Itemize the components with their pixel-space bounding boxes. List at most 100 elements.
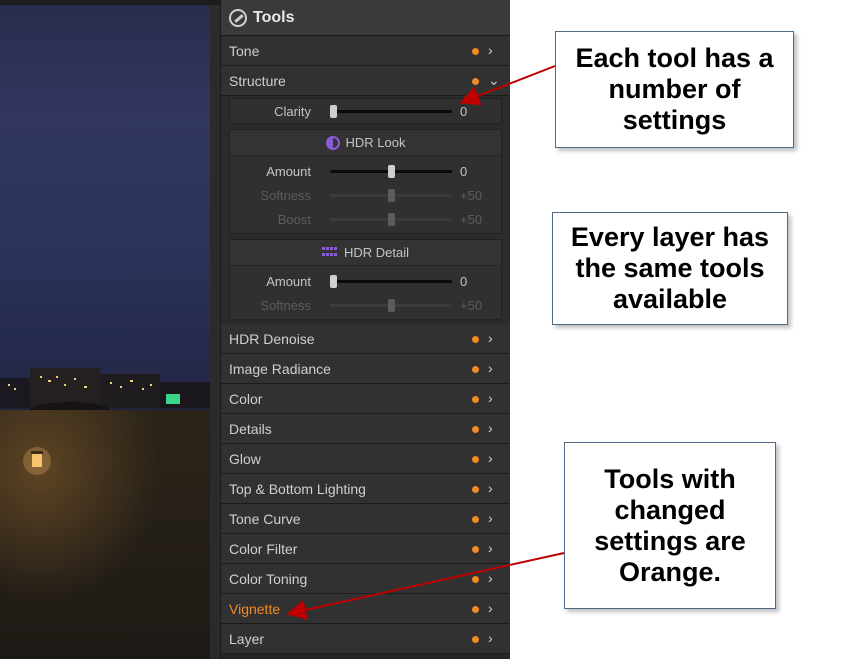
clarity-row: Clarity 0 [230, 99, 501, 123]
setting-label: Amount [266, 164, 311, 179]
slider-handle[interactable] [387, 213, 395, 226]
structure-settings: Clarity 0 HDR Look Amount 0 Softness +50 Boo… [221, 96, 510, 324]
tools-panel-title: Tools [253, 8, 295, 26]
top-edge-bar [0, 0, 220, 5]
chevron-right-icon: › [488, 360, 493, 376]
hdr-detail-section: HDR Detail Amount 0 Softness +50 [229, 239, 502, 320]
tool-status-dot-icon [472, 576, 479, 583]
screenshot-stage: Tools Tone › Structure ⌄ Clarity 0 HDR L… [0, 0, 847, 659]
chevron-right-icon: › [488, 510, 493, 526]
tool-label: Vignette [229, 600, 281, 617]
callout-text: Tools with changed settings are Orange. [594, 463, 746, 587]
tool-label: Glow [229, 450, 261, 467]
hdr-detail-row: Amount 0 [230, 269, 501, 293]
clarity-label: Clarity [274, 104, 311, 119]
tool-row-color[interactable]: Color › [221, 384, 510, 414]
hdr-look-title: HDR Look [345, 135, 406, 150]
tool-list: HDR Denoise › Image Radiance › Color › Details… [221, 324, 510, 654]
tool-label: Image Radiance [229, 360, 331, 377]
tool-row-hdr-denoise[interactable]: HDR Denoise › [221, 324, 510, 354]
chevron-right-icon: › [488, 600, 493, 616]
slider-handle[interactable] [330, 275, 337, 288]
ground-image [0, 410, 210, 659]
slider-handle[interactable] [387, 299, 395, 312]
chevron-right-icon: › [488, 420, 493, 436]
tool-row-tone[interactable]: Tone › [221, 36, 510, 66]
tool-status-dot-icon [472, 426, 479, 433]
tool-row-image-radiance[interactable]: Image Radiance › [221, 354, 510, 384]
chevron-right-icon: › [488, 630, 493, 646]
chevron-right-icon: › [488, 480, 493, 496]
tool-label: Tone [229, 42, 260, 59]
tool-row-color-filter[interactable]: Color Filter › [221, 534, 510, 564]
tool-label: Layer [229, 630, 265, 647]
clarity-slider[interactable] [330, 105, 452, 118]
setting-slider[interactable] [330, 299, 452, 312]
hdr-look-icon [325, 135, 340, 150]
slider-handle[interactable] [387, 165, 395, 178]
callout-text: Every layer has the same tools available [570, 222, 770, 314]
tool-row-vignette[interactable]: Vignette › [221, 594, 510, 624]
clarity-value: 0 [460, 104, 468, 119]
chevron-right-icon: › [488, 42, 493, 58]
tool-row-details[interactable]: Details › [221, 414, 510, 444]
tools-panel: Tools Tone › Structure ⌄ Clarity 0 HDR L… [220, 0, 510, 659]
setting-value: 0 [460, 274, 468, 289]
lantern-image [23, 447, 51, 475]
tools-icon [229, 8, 247, 27]
setting-value: +50 [460, 188, 483, 203]
tool-status-dot-icon [472, 546, 479, 553]
tool-status-dot-icon [472, 606, 479, 613]
tool-label: Details [229, 420, 272, 437]
tool-label: Color [229, 390, 263, 407]
hdr-detail-title: HDR Detail [343, 245, 409, 260]
tool-status-dot-icon [472, 486, 479, 493]
setting-slider[interactable] [330, 275, 452, 288]
callout-text: Each tool has a number of settings [575, 43, 774, 135]
setting-slider[interactable] [330, 165, 452, 178]
hdr-detail-row: Softness +50 [230, 293, 501, 317]
tool-label: Structure [229, 72, 286, 89]
hdr-detail-header[interactable]: HDR Detail [230, 240, 501, 266]
tool-row-structure[interactable]: Structure ⌄ [221, 66, 510, 96]
tool-status-dot-icon [472, 516, 479, 523]
tool-row-color-toning[interactable]: Color Toning › [221, 564, 510, 594]
photo-divider [210, 0, 220, 659]
chevron-right-icon: › [488, 330, 493, 346]
tool-status-dot-icon [472, 456, 479, 463]
tool-row-top-bottom-lighting[interactable]: Top & Bottom Lighting › [221, 474, 510, 504]
tool-label: Top & Bottom Lighting [229, 480, 366, 497]
tool-status-dot-icon [472, 636, 479, 643]
tool-status-dot-icon [472, 48, 479, 55]
tool-status-dot-icon [472, 366, 479, 373]
tool-label: Color Filter [229, 540, 298, 557]
chevron-right-icon: › [488, 540, 493, 556]
setting-label: Amount [266, 274, 311, 289]
callout-layers: Every layer has the same tools available [552, 212, 788, 325]
setting-value: 0 [460, 164, 468, 179]
chevron-down-icon: ⌄ [488, 72, 500, 88]
hdr-look-section: HDR Look Amount 0 Softness +50 Boost +50 [229, 129, 502, 234]
hdr-detail-icon [321, 246, 338, 259]
slider-handle[interactable] [330, 105, 337, 118]
callout-settings: Each tool has a number of settings [555, 31, 794, 148]
tool-row-tone-curve[interactable]: Tone Curve › [221, 504, 510, 534]
slider-handle[interactable] [387, 189, 395, 202]
tool-status-dot-icon [472, 78, 479, 85]
hdr-look-header[interactable]: HDR Look [230, 130, 501, 156]
clarity-box: Clarity 0 [229, 98, 502, 124]
setting-slider[interactable] [330, 189, 452, 202]
hdr-detail-settings: Amount 0 Softness +50 [230, 266, 501, 319]
setting-label: Softness [260, 188, 311, 203]
hdr-look-settings: Amount 0 Softness +50 Boost +50 [230, 156, 501, 233]
chevron-right-icon: › [488, 450, 493, 466]
hdr-look-row: Amount 0 [230, 159, 501, 183]
tool-status-dot-icon [472, 396, 479, 403]
tool-label: HDR Denoise [229, 330, 315, 347]
tool-row-glow[interactable]: Glow › [221, 444, 510, 474]
chevron-right-icon: › [488, 390, 493, 406]
tool-row-layer[interactable]: Layer › [221, 624, 510, 654]
hdr-look-row: Boost +50 [230, 207, 501, 231]
tools-panel-header: Tools [221, 0, 510, 36]
setting-slider[interactable] [330, 213, 452, 226]
